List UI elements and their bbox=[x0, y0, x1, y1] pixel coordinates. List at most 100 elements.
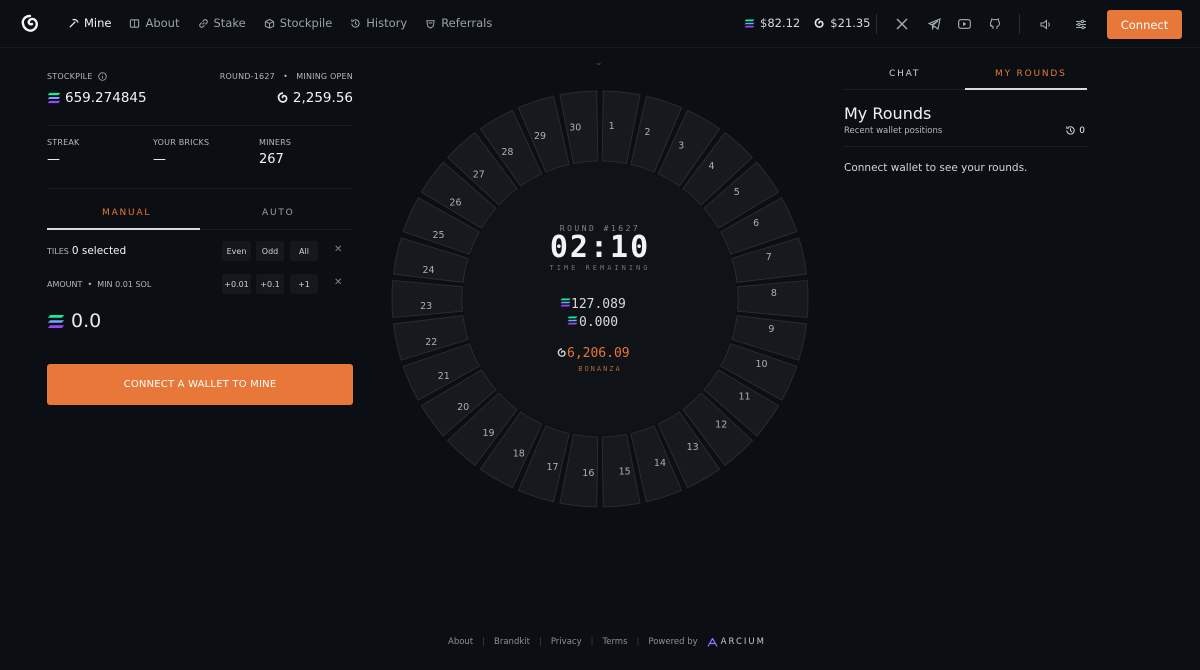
tab-auto[interactable]: AUTO bbox=[262, 208, 295, 218]
streak-label: STREAK bbox=[47, 138, 80, 147]
solana-icon bbox=[744, 19, 755, 27]
wheel-tile-label: 19 bbox=[482, 428, 494, 439]
active-tab-indicator bbox=[47, 228, 200, 230]
footer-link-brandkit[interactable]: Brandkit bbox=[494, 637, 530, 647]
connect-button[interactable]: Connect bbox=[1107, 10, 1182, 39]
nav-item-about[interactable]: About bbox=[129, 16, 180, 30]
volume-icon[interactable] bbox=[1038, 16, 1054, 32]
amount-min: MIN 0.01 SOL bbox=[97, 279, 152, 289]
add-001-button[interactable]: +0.01 bbox=[222, 274, 251, 294]
info-icon[interactable] bbox=[97, 72, 107, 81]
footer-link-about[interactable]: About bbox=[448, 637, 473, 647]
logo-icon[interactable] bbox=[20, 14, 40, 34]
round-timer: 02:10 bbox=[550, 230, 650, 265]
telegram-icon[interactable] bbox=[926, 16, 942, 32]
nav-item-history[interactable]: History bbox=[350, 16, 407, 30]
chevron-down-icon[interactable]: ⌄ bbox=[595, 58, 603, 68]
wheel-tile-label: 18 bbox=[513, 448, 525, 459]
token-price-value: $21.35 bbox=[830, 16, 871, 30]
sol-price: $82.12 bbox=[744, 16, 800, 30]
round-label: ROUND-1627 bbox=[219, 72, 275, 81]
divider bbox=[876, 14, 877, 34]
box-icon bbox=[264, 18, 274, 29]
footer-separator: | bbox=[482, 637, 486, 647]
add-1-button[interactable]: +1 bbox=[290, 274, 318, 294]
sol-total-value: 127.089 bbox=[571, 297, 626, 312]
amount-input[interactable]: 0.0 bbox=[47, 310, 101, 332]
wheel-tile-label: 6 bbox=[753, 218, 759, 229]
nav-item-mine[interactable]: Mine bbox=[68, 16, 111, 30]
github-icon[interactable] bbox=[987, 16, 1003, 32]
arcium-brand[interactable]: ARCIUM bbox=[707, 637, 766, 647]
youtube-icon[interactable] bbox=[956, 16, 972, 32]
amount-row: AMOUNT • MIN 0.01 SOL +0.01 +0.1 +1 ✕ bbox=[47, 273, 353, 295]
tiles-row: TILES 0 selected Even Odd All ✕ bbox=[47, 240, 353, 262]
sol-price-value: $82.12 bbox=[760, 16, 801, 30]
rounds-panel: CHAT MY ROUNDS My Rounds Recent wallet p… bbox=[843, 60, 1087, 174]
tab-manual[interactable]: MANUAL bbox=[102, 208, 151, 218]
wheel-tile[interactable] bbox=[736, 279, 809, 319]
token-icon bbox=[277, 92, 288, 103]
wheel-tile-label: 30 bbox=[569, 122, 581, 133]
wheel-tile-label: 20 bbox=[457, 402, 469, 413]
mining-panel: STOCKPILE ROUND-1627 • MINING OPEN 659.2… bbox=[47, 64, 353, 405]
tile-wheel: 1234567891011121314151617181920212223242… bbox=[391, 90, 809, 508]
nav-item-referrals[interactable]: Referrals bbox=[425, 16, 492, 30]
mode-tabs: MANUAL AUTO bbox=[47, 200, 353, 230]
pickaxe-icon bbox=[69, 18, 79, 28]
active-tab-indicator bbox=[965, 88, 1087, 90]
x-twitter-icon[interactable] bbox=[894, 16, 910, 32]
wheel-tile-label: 27 bbox=[473, 170, 485, 181]
divider bbox=[843, 146, 1087, 147]
arcium-logo-icon bbox=[707, 637, 718, 647]
wheel-tile-label: 10 bbox=[755, 359, 767, 370]
right-tabs: CHAT MY ROUNDS bbox=[843, 60, 1087, 90]
tab-chat[interactable]: CHAT bbox=[889, 69, 920, 79]
miners-label: MINERS bbox=[259, 138, 292, 147]
divider bbox=[1019, 14, 1020, 34]
wheel-tile-label: 2 bbox=[644, 127, 650, 138]
rounds-count-value: 0 bbox=[1079, 125, 1085, 136]
separator-dot: • bbox=[277, 72, 294, 81]
gift-icon bbox=[426, 19, 435, 29]
wheel-tile-label: 13 bbox=[687, 442, 699, 453]
nav-item-stockpile[interactable]: Stockpile bbox=[264, 16, 332, 30]
footer-link-privacy[interactable]: Privacy bbox=[551, 637, 582, 647]
wheel-tile-label: 5 bbox=[734, 187, 740, 198]
wheel-tile-label: 22 bbox=[425, 337, 437, 348]
my-rounds-subtitle: Recent wallet positions bbox=[844, 126, 943, 136]
token-icon bbox=[814, 17, 824, 28]
streak-value: — bbox=[47, 152, 60, 167]
tiles-label: TILES bbox=[47, 246, 69, 256]
footer-link-terms[interactable]: Terms bbox=[602, 637, 627, 647]
main-nav: Mine About Stake Stockpile History Refer… bbox=[68, 16, 492, 30]
solana-icon bbox=[47, 314, 65, 328]
even-button[interactable]: Even bbox=[222, 241, 251, 261]
odd-button[interactable]: Odd bbox=[256, 241, 284, 261]
stockpile-row: STOCKPILE ROUND-1627 • MINING OPEN 659.2… bbox=[47, 64, 353, 126]
miners-stat: MINERS 267 bbox=[259, 138, 291, 167]
wheel-tile-label: 29 bbox=[534, 131, 546, 142]
add-01-button[interactable]: +0.1 bbox=[256, 274, 284, 294]
all-button[interactable]: All bbox=[290, 241, 318, 261]
top-bar: Mine About Stake Stockpile History Refer… bbox=[0, 0, 1200, 48]
wheel-tile-label: 11 bbox=[738, 391, 750, 402]
stockpile-label: STOCKPILE bbox=[47, 72, 93, 81]
clear-tiles-icon[interactable]: ✕ bbox=[334, 244, 342, 255]
amount-value: 0.0 bbox=[71, 310, 102, 332]
amount-label: AMOUNT bbox=[47, 279, 83, 289]
streak-stat: STREAK — bbox=[47, 138, 80, 167]
tab-my-rounds[interactable]: MY ROUNDS bbox=[995, 69, 1067, 79]
wheel-tile-label: 3 bbox=[678, 141, 684, 152]
stockpile-value: 659.274845 bbox=[65, 90, 147, 106]
history-icon bbox=[351, 18, 360, 28]
sliders-icon[interactable] bbox=[1073, 16, 1089, 32]
wheel-tile-label: 24 bbox=[423, 265, 435, 276]
separator-dot: • bbox=[82, 279, 98, 289]
round-value-group: 2,259.56 bbox=[277, 90, 353, 106]
connect-wallet-button[interactable]: CONNECT A WALLET TO MINE bbox=[47, 364, 353, 405]
clear-amount-icon[interactable]: ✕ bbox=[334, 277, 342, 288]
wheel-tile-label: 7 bbox=[766, 252, 772, 263]
nav-item-stake[interactable]: Stake bbox=[198, 16, 246, 30]
bonanza-group: 6,206.09 bbox=[557, 346, 630, 361]
